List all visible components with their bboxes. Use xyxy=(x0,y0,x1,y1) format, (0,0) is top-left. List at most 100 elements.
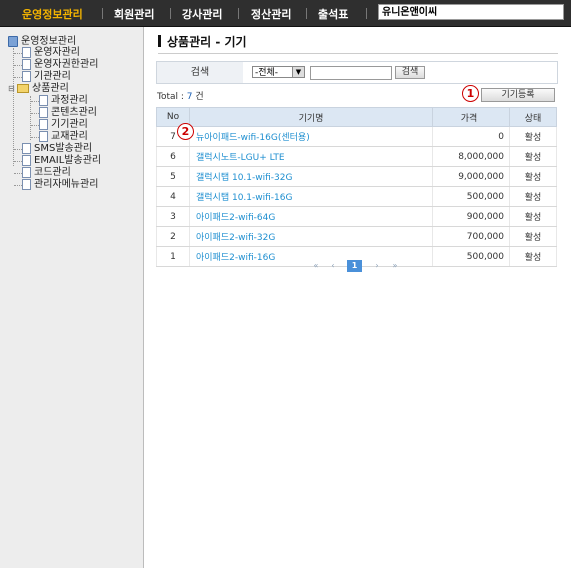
document-icon xyxy=(39,119,48,130)
nav-member-management[interactable]: 회원관리 xyxy=(114,6,154,22)
sidebar-item-label: 과정관리 xyxy=(51,95,88,106)
chevron-down-icon[interactable]: ▼ xyxy=(292,67,304,77)
tree-line xyxy=(14,161,22,162)
sidebar-item-label: 기기관리 xyxy=(51,119,88,130)
cell-status: 활성 xyxy=(509,126,557,147)
collapse-icon[interactable]: ⊟ xyxy=(8,83,17,95)
sidebar-item-operators[interactable]: 운영자관리 xyxy=(22,47,80,59)
tree-line xyxy=(31,137,39,138)
document-icon xyxy=(39,107,48,118)
table-row[interactable]: 2 아이패드2-wifi-32G 700,000 활성 xyxy=(156,226,557,247)
column-header-device-name[interactable]: 기기명 xyxy=(189,107,433,127)
sidebar-item-devices[interactable]: 기기관리 xyxy=(39,119,88,131)
table-row[interactable]: 4 갤럭시탭 10.1-wifi-16G 500,000 활성 xyxy=(156,186,557,207)
first-page-icon[interactable]: « xyxy=(311,260,321,272)
search-panel: 검색 -전체- ▼ 검색 xyxy=(156,61,558,84)
cell-price: 500,000 xyxy=(432,186,510,207)
monitor-icon xyxy=(8,36,18,47)
sidebar-item-sms[interactable]: SMS발송관리 xyxy=(22,143,92,155)
cell-no: 4 xyxy=(156,186,190,207)
nav-attendance[interactable]: 출석표 xyxy=(318,6,348,22)
annotation-marker-1: 1 xyxy=(462,85,479,102)
nav-separator xyxy=(366,8,367,19)
sidebar-item-courses[interactable]: 과정관리 xyxy=(39,95,88,107)
sidebar-item-codes[interactable]: 코드관리 xyxy=(22,167,71,179)
total-suffix: 건 xyxy=(192,92,204,102)
nav-instructor-management[interactable]: 강사관리 xyxy=(182,6,222,22)
tree-line xyxy=(14,53,22,54)
company-selector[interactable]: 유니온앤이씨 xyxy=(378,4,564,20)
cell-status: 활성 xyxy=(509,186,557,207)
nav-operation-info[interactable]: 운영정보관리 xyxy=(22,6,83,22)
sidebar-item-email[interactable]: EMAIL발송관리 xyxy=(22,155,101,167)
table-row[interactable]: 5 갤럭시탭 10.1-wifi-32G 9,000,000 활성 xyxy=(156,166,557,187)
nav-settlement-management[interactable]: 정산관리 xyxy=(251,6,291,22)
search-label: 검색 xyxy=(157,62,243,83)
tree-line xyxy=(30,96,31,140)
search-input[interactable] xyxy=(310,66,392,80)
sidebar-item-operator-permissions[interactable]: 운영자권한관리 xyxy=(22,59,98,71)
page-number-current[interactable]: 1 xyxy=(347,260,362,272)
annotation-marker-2: 2 xyxy=(177,123,194,140)
nav-separator xyxy=(102,8,103,19)
cell-no: 3 xyxy=(156,206,190,227)
search-category-select[interactable]: -전체- ▼ xyxy=(252,66,305,78)
cell-price: 900,000 xyxy=(432,206,510,227)
sidebar-item-label: EMAIL발송관리 xyxy=(34,155,102,166)
top-nav: 운영정보관리 회원관리 강사관리 정산관리 출석표 유니온앤이씨 xyxy=(0,0,571,27)
search-button[interactable]: 검색 xyxy=(395,66,425,79)
nav-separator xyxy=(306,8,307,19)
tree-line xyxy=(14,149,22,150)
document-icon xyxy=(22,47,31,58)
table-header-row: No 기기명 가격 상태 xyxy=(156,107,557,127)
sidebar-folder-products[interactable]: ⊟ 상품관리 xyxy=(8,83,69,95)
sidebar-item-institutions[interactable]: 기관관리 xyxy=(22,71,71,83)
total-count: Total : 7 건 xyxy=(157,89,204,102)
tree-line xyxy=(31,125,39,126)
sidebar-item-label: SMS발송관리 xyxy=(34,143,93,154)
document-icon xyxy=(22,71,31,82)
sidebar-item-label: 관리자메뉴관리 xyxy=(34,179,99,190)
device-table: No 기기명 가격 상태 7 뉴아이패드-wifi-16G(센터용) 0 활성 … xyxy=(156,107,557,267)
column-header-status[interactable]: 상태 xyxy=(509,107,557,127)
page-title: 상품관리 - 기기 xyxy=(158,33,247,50)
register-device-button[interactable]: 기기등록 xyxy=(481,88,555,102)
cell-status: 활성 xyxy=(509,226,557,247)
table-row[interactable]: 7 뉴아이패드-wifi-16G(센터용) 0 활성 xyxy=(156,126,557,147)
table-row[interactable]: 3 아이패드2-wifi-64G 900,000 활성 xyxy=(156,206,557,227)
title-marker xyxy=(158,35,161,47)
document-icon xyxy=(39,131,48,142)
tree-line xyxy=(14,185,22,186)
last-page-icon[interactable]: » xyxy=(390,260,400,272)
prev-page-icon[interactable]: ‹ xyxy=(328,260,338,272)
document-icon xyxy=(22,167,31,178)
sidebar-item-textbooks[interactable]: 교재관리 xyxy=(39,131,88,143)
column-header-price[interactable]: 가격 xyxy=(432,107,510,127)
device-name-link[interactable]: 아이패드2-wifi-32G xyxy=(189,226,433,247)
device-name-link[interactable]: 갤럭시노트-LGU+ LTE xyxy=(189,146,433,167)
tree-line xyxy=(14,173,22,174)
next-page-icon[interactable]: › xyxy=(372,260,382,272)
device-name-link[interactable]: 갤럭시탭 10.1-wifi-16G xyxy=(189,186,433,207)
tree-line xyxy=(31,113,39,114)
table-row[interactable]: 6 갤럭시노트-LGU+ LTE 8,000,000 활성 xyxy=(156,146,557,167)
cell-price: 8,000,000 xyxy=(432,146,510,167)
pagination: « ‹ 1 › » xyxy=(148,260,571,274)
document-icon xyxy=(22,179,31,190)
cell-price: 0 xyxy=(432,126,510,147)
cell-no: 5 xyxy=(156,166,190,187)
divider xyxy=(158,53,558,54)
sidebar-item-contents[interactable]: 콘텐츠관리 xyxy=(39,107,97,119)
sidebar-item-label: 코드관리 xyxy=(34,167,71,178)
cell-no: 6 xyxy=(156,146,190,167)
sidebar-folder-label: 상품관리 xyxy=(32,83,69,94)
sidebar-item-label: 운영자관리 xyxy=(34,47,80,58)
cell-status: 활성 xyxy=(509,166,557,187)
page-title-text: 상품관리 - 기기 xyxy=(167,35,247,49)
device-name-link[interactable]: 갤럭시탭 10.1-wifi-32G xyxy=(189,166,433,187)
sidebar-item-admin-menu[interactable]: 관리자메뉴관리 xyxy=(22,179,98,191)
tree-line xyxy=(14,77,22,78)
device-name-link[interactable]: 아이패드2-wifi-64G xyxy=(189,206,433,227)
nav-separator xyxy=(170,8,171,19)
device-name-link[interactable]: 뉴아이패드-wifi-16G(센터용) xyxy=(189,126,433,147)
